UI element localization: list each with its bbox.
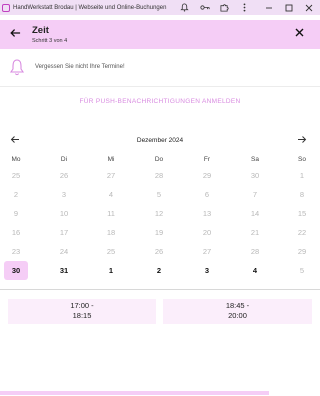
more-vert-icon[interactable] bbox=[238, 1, 251, 14]
calendar-day: 6 bbox=[204, 190, 210, 199]
weekday-label: Di bbox=[60, 156, 68, 163]
calendar-day: 10 bbox=[59, 209, 69, 218]
calendar-day: 24 bbox=[59, 247, 69, 256]
time-slot-end: 20:00 bbox=[228, 311, 247, 320]
bell-icon[interactable] bbox=[178, 1, 191, 14]
calendar-day: 19 bbox=[154, 228, 164, 237]
app-logo-icon bbox=[2, 3, 10, 12]
calendar-day: 27 bbox=[202, 247, 212, 256]
time-slot-button[interactable]: 17:00 - 18:15 bbox=[8, 299, 156, 324]
back-arrow-icon[interactable] bbox=[8, 28, 22, 42]
reminder-banner: Vergessen Sie nicht Ihre Termine! bbox=[0, 55, 320, 87]
weekday-label: Sa bbox=[251, 156, 259, 163]
window-title: HandWerkstatt Brodau | Webseite und Onli… bbox=[13, 4, 167, 11]
weekday-label: Mi bbox=[107, 156, 115, 163]
calendar-day: 1 bbox=[299, 171, 305, 180]
calendar-day: 30 bbox=[250, 171, 260, 180]
calendar-day: 17 bbox=[59, 228, 69, 237]
close-dialog-icon[interactable] bbox=[292, 28, 306, 42]
calendar-day: 26 bbox=[154, 247, 164, 256]
calendar-week: 9 10 11 12 13 14 15 bbox=[0, 204, 320, 223]
calendar-week: 16 17 18 19 20 21 22 bbox=[0, 223, 320, 242]
next-month-icon[interactable] bbox=[297, 135, 307, 146]
calendar-day[interactable]: 31 bbox=[52, 261, 76, 280]
calendar-week: 30 31 1 2 3 4 5 bbox=[0, 261, 320, 280]
calendar-day: 21 bbox=[250, 228, 260, 237]
calendar-day: 25 bbox=[11, 171, 21, 180]
calendar-day: 18 bbox=[106, 228, 116, 237]
progress-bar bbox=[0, 391, 269, 395]
calendar-day: 11 bbox=[107, 209, 115, 218]
key-icon[interactable] bbox=[198, 1, 211, 14]
calendar-day[interactable]: 1 bbox=[99, 261, 123, 280]
puzzle-icon[interactable] bbox=[218, 1, 231, 14]
step-indicator: Schritt 3 von 4 bbox=[32, 38, 68, 44]
calendar-day: 15 bbox=[297, 209, 307, 218]
weekday-label: Mo bbox=[11, 156, 21, 163]
calendar-day: 12 bbox=[154, 209, 164, 218]
calendar-day: 13 bbox=[202, 209, 212, 218]
weekday-label: So bbox=[298, 156, 306, 163]
push-signup-button[interactable]: FÜR PUSH-BENACHRICHTIGUNGEN ANMELDEN bbox=[0, 98, 320, 105]
weekday-label: Do bbox=[154, 156, 164, 163]
time-slot-start: 17:00 - bbox=[70, 301, 94, 310]
time-slot-end: 18:15 bbox=[72, 311, 92, 320]
bell-outline-icon bbox=[9, 58, 25, 76]
calendar-day: 3 bbox=[61, 190, 67, 199]
calendar-day[interactable]: 3 bbox=[195, 261, 219, 280]
step-header: Zeit Schritt 3 von 4 bbox=[0, 20, 320, 49]
calendar-day: 26 bbox=[59, 171, 69, 180]
calendar-day: 4 bbox=[108, 190, 114, 199]
calendar-day: 25 bbox=[106, 247, 116, 256]
calendar-day: 29 bbox=[297, 247, 307, 256]
calendar-month: Dezember 2024 bbox=[136, 137, 184, 144]
calendar-day: 28 bbox=[250, 247, 260, 256]
calendar-day[interactable]: 4 bbox=[243, 261, 267, 280]
calendar-day: 22 bbox=[297, 228, 307, 237]
reminder-text: Vergessen Sie nicht Ihre Termine! bbox=[35, 64, 125, 70]
calendar-week: 2 3 4 5 6 7 8 bbox=[0, 185, 320, 204]
calendar-day: 9 bbox=[13, 209, 19, 218]
calendar-day: 8 bbox=[299, 190, 305, 199]
calendar-day: 14 bbox=[250, 209, 260, 218]
minimize-icon[interactable] bbox=[262, 1, 275, 14]
calendar-day[interactable]: 2 bbox=[147, 261, 171, 280]
time-slot-start: 18:45 - bbox=[225, 301, 250, 310]
calendar-day: 5 bbox=[156, 190, 162, 199]
calendar-day: 2 bbox=[13, 190, 19, 199]
weekday-label: Fr bbox=[203, 156, 211, 163]
calendar-day: 27 bbox=[106, 171, 116, 180]
calendar-day-selected[interactable]: 30 bbox=[4, 261, 28, 280]
close-icon[interactable] bbox=[302, 1, 315, 14]
calendar-day: 29 bbox=[202, 171, 212, 180]
calendar-day: 20 bbox=[202, 228, 212, 237]
calendar-day: 7 bbox=[252, 190, 258, 199]
calendar-day: 16 bbox=[11, 228, 21, 237]
calendar-day: 5 bbox=[299, 266, 305, 275]
maximize-icon[interactable] bbox=[282, 1, 295, 14]
divider bbox=[0, 289, 320, 290]
calendar-week: 23 24 25 26 27 28 29 bbox=[0, 242, 320, 261]
weekday-header: Mo Di Mi Do Fr Sa So bbox=[0, 156, 320, 166]
time-slot-button[interactable]: 18:45 - 20:00 bbox=[163, 299, 312, 324]
calendar-day: 23 bbox=[11, 247, 21, 256]
page-title: Zeit bbox=[32, 25, 49, 36]
calendar-day: 28 bbox=[154, 171, 164, 180]
calendar-week: 25 26 27 28 29 30 1 bbox=[0, 166, 320, 185]
calendar-navigation: Dezember 2024 bbox=[0, 135, 320, 149]
browser-titlebar: HandWerkstatt Brodau | Webseite und Onli… bbox=[0, 0, 320, 15]
